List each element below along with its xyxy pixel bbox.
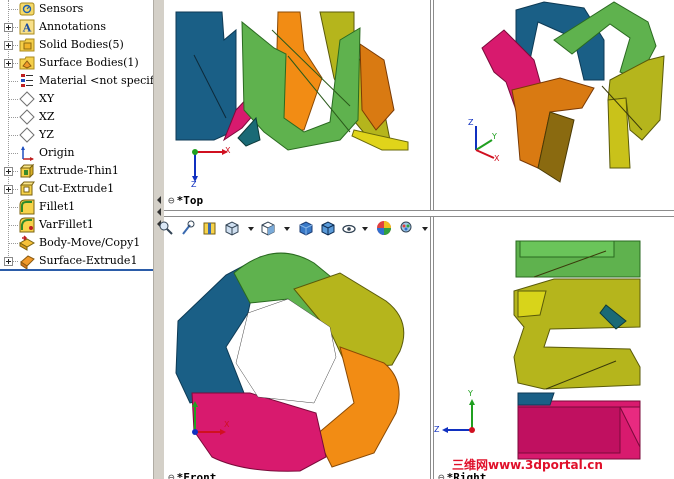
body-move-icon bbox=[19, 235, 35, 251]
tree-item-surface-extrude1[interactable]: Surface-Extrude1 bbox=[0, 252, 153, 270]
z-axis-label: Z bbox=[468, 118, 474, 127]
tree-rollback-bar[interactable] bbox=[0, 269, 153, 271]
tree-item-label: Extrude-Thin1 bbox=[39, 164, 119, 177]
z-axis-label: Z bbox=[434, 425, 440, 434]
heads-up-view-toolbar bbox=[159, 219, 434, 239]
scene-icon[interactable] bbox=[398, 220, 414, 236]
expand-icon[interactable] bbox=[4, 257, 13, 266]
tree-item-extrude-thin1[interactable]: Extrude-Thin1 bbox=[0, 162, 153, 180]
surface-bodies-folder-icon bbox=[19, 56, 35, 70]
tree-item-label: VarFillet1 bbox=[39, 218, 94, 231]
link-views-icon: ⊖ bbox=[438, 471, 445, 479]
tree-item-annotations[interactable]: A Annotations bbox=[0, 18, 153, 36]
expand-icon[interactable] bbox=[4, 59, 13, 68]
collapse-arrow-icon[interactable] bbox=[157, 208, 161, 216]
fillet-icon bbox=[19, 199, 35, 215]
x-axis-label: X bbox=[225, 146, 231, 155]
collapse-arrow-icon[interactable] bbox=[157, 196, 161, 204]
link-views-icon: ⊖ bbox=[168, 471, 175, 479]
axis-triad bbox=[192, 149, 228, 182]
tree-item-solid-bodies[interactable]: Solid Bodies(5) bbox=[0, 36, 153, 54]
y-axis-label: Y bbox=[468, 389, 473, 398]
viewport-divider-vertical[interactable] bbox=[430, 0, 434, 479]
view-orientation-icon[interactable] bbox=[224, 220, 240, 236]
right-view-model bbox=[442, 240, 641, 460]
annotations-icon: A bbox=[19, 19, 35, 35]
tree-item-label: Surface Bodies(1) bbox=[39, 56, 139, 69]
tree-item-label: YZ bbox=[39, 128, 54, 141]
tree-item-surface-bodies[interactable]: Surface Bodies(1) bbox=[0, 54, 153, 72]
tree-item-label: Annotations bbox=[39, 20, 107, 33]
z-axis-label: Z bbox=[191, 180, 197, 189]
variable-fillet-icon bbox=[19, 217, 35, 233]
shaded-icon[interactable] bbox=[298, 220, 314, 236]
tree-item-origin[interactable]: Origin bbox=[0, 144, 153, 162]
appearance-icon[interactable] bbox=[376, 220, 392, 236]
chevron-down-icon[interactable] bbox=[362, 227, 368, 231]
section-view-icon[interactable] bbox=[202, 220, 218, 236]
watermark-text: 三维网www.3dportal.cn bbox=[452, 458, 603, 472]
viewport-label-top[interactable]: ⊖ *Top bbox=[168, 194, 203, 207]
plane-icon bbox=[19, 109, 35, 125]
axis-triad bbox=[475, 126, 495, 159]
svg-text:A: A bbox=[22, 22, 32, 35]
hide-show-icon[interactable] bbox=[342, 220, 358, 236]
axis-triad bbox=[442, 399, 475, 433]
tree-item-sensors[interactable]: Sensors bbox=[0, 0, 153, 18]
viewport-top[interactable]: X Z ⊖ *Top bbox=[164, 0, 430, 210]
plane-icon bbox=[19, 91, 35, 107]
tree-item-label: Cut-Extrude1 bbox=[39, 182, 115, 195]
surface-extrude-icon bbox=[20, 255, 35, 269]
origin-icon bbox=[21, 146, 34, 161]
isometric-view-model bbox=[475, 1, 665, 183]
chevron-down-icon[interactable] bbox=[422, 227, 428, 231]
tree-item-cut-extrude1[interactable]: Cut-Extrude1 bbox=[0, 180, 153, 198]
tree-item-label: Solid Bodies(5) bbox=[39, 38, 124, 51]
plane-icon bbox=[19, 127, 35, 143]
front-view-model bbox=[175, 252, 405, 472]
viewport-front[interactable]: X ⊖ *Front bbox=[164, 217, 430, 479]
viewport-right[interactable]: Y Z ⊖ *Right bbox=[434, 217, 674, 479]
x-axis-label: X bbox=[494, 154, 500, 163]
zoom-to-fit-icon[interactable] bbox=[158, 220, 174, 236]
top-view-model bbox=[175, 11, 409, 182]
tree-item-plane-xz[interactable]: XZ bbox=[0, 108, 153, 126]
viewport-isometric[interactable]: Z Y X bbox=[434, 0, 674, 210]
feature-manager-tree: Sensors A Annotations Solid Bodies(5) Su… bbox=[0, 0, 153, 479]
tree-item-varfillet1[interactable]: VarFillet1 bbox=[0, 216, 153, 234]
tree-item-fillet1[interactable]: Fillet1 bbox=[0, 198, 153, 216]
cut-extrude-icon bbox=[19, 181, 35, 196]
tree-item-label: Fillet1 bbox=[39, 200, 76, 213]
sensors-icon bbox=[19, 2, 35, 16]
chevron-down-icon[interactable] bbox=[284, 227, 290, 231]
tree-item-material[interactable]: Material <not specified> bbox=[0, 72, 153, 90]
x-axis-label: X bbox=[224, 420, 230, 429]
expand-icon[interactable] bbox=[4, 41, 13, 50]
tree-item-label: Body-Move/Copy1 bbox=[39, 236, 141, 249]
tree-item-label: XY bbox=[39, 92, 55, 105]
tree-item-label: XZ bbox=[39, 110, 55, 123]
chevron-down-icon[interactable] bbox=[248, 227, 254, 231]
tree-item-label: Origin bbox=[39, 146, 75, 159]
tree-item-plane-yz[interactable]: YZ bbox=[0, 126, 153, 144]
expand-icon[interactable] bbox=[4, 23, 13, 32]
expand-icon[interactable] bbox=[4, 167, 13, 176]
y-axis-label: Y bbox=[492, 132, 497, 141]
solid-bodies-folder-icon bbox=[19, 38, 35, 52]
link-views-icon: ⊖ bbox=[168, 194, 175, 207]
tree-item-label: Material <not specified> bbox=[39, 74, 153, 87]
tree-item-body-move-copy1[interactable]: Body-Move/Copy1 bbox=[0, 234, 153, 252]
zoom-area-icon[interactable] bbox=[180, 220, 196, 236]
tree-item-label: Sensors bbox=[39, 2, 84, 15]
tree-item-label: Surface-Extrude1 bbox=[39, 254, 138, 267]
tree-item-plane-xy[interactable]: XY bbox=[0, 90, 153, 108]
material-icon bbox=[21, 74, 33, 87]
extrude-icon bbox=[19, 163, 35, 179]
expand-icon[interactable] bbox=[4, 185, 13, 194]
viewport-divider-horizontal[interactable] bbox=[164, 210, 674, 217]
display-style-icon[interactable] bbox=[260, 220, 276, 236]
shaded-edges-icon[interactable] bbox=[320, 220, 336, 236]
viewport-label-front[interactable]: ⊖ *Front bbox=[168, 471, 216, 479]
